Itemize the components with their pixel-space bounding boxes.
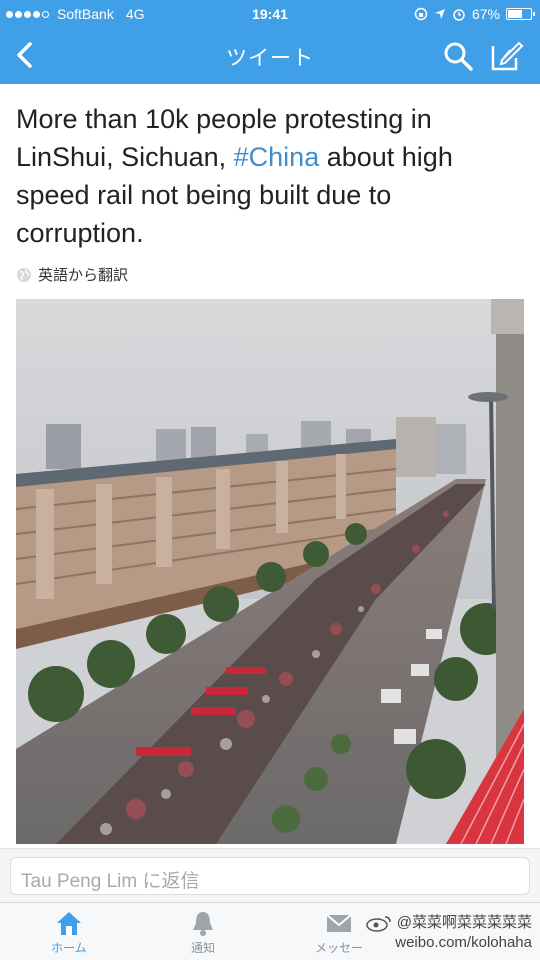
tweet-text: More than 10k people protesting in LinSh… <box>16 100 526 252</box>
weibo-watermark: @菜菜啊菜菜菜菜菜 weibo.com/kolohaha <box>365 913 532 953</box>
hashtag-link[interactable]: #China <box>234 142 320 172</box>
weibo-logo-icon <box>366 916 391 932</box>
search-icon[interactable] <box>442 40 474 72</box>
rotation-lock-icon <box>414 7 428 21</box>
tweet-photo[interactable] <box>16 299 524 844</box>
status-bar: SoftBank 4G 19:41 67% <box>0 0 540 28</box>
protest-photo-image <box>16 299 524 844</box>
reply-input[interactable]: Tau Peng Lim に返信 <box>10 857 530 895</box>
envelope-icon <box>326 914 352 932</box>
bell-icon <box>193 912 213 936</box>
compose-icon[interactable] <box>490 38 524 72</box>
navigation-bar: ツイート <box>0 28 540 84</box>
tab-home-label: ホーム <box>51 941 87 955</box>
translate-label: 英語から翻訳 <box>38 267 129 284</box>
reply-bar: Tau Peng Lim に返信 <box>0 848 540 902</box>
watermark-handle: @菜菜啊菜菜菜菜菜 <box>396 914 532 931</box>
battery-percent: 67% <box>471 6 500 22</box>
tab-notifications-label: 通知 <box>190 941 215 955</box>
alarm-icon <box>453 9 465 21</box>
translate-link[interactable]: 英語から翻訳 <box>16 264 128 285</box>
tab-messages-label: メッセー <box>314 941 363 955</box>
location-icon <box>434 9 445 19</box>
home-icon <box>57 912 81 935</box>
status-right: 67% <box>414 6 535 22</box>
tab-bar: ホーム 通知 メッセー @菜菜啊菜菜菜菜菜 weibo.com/kolohaha <box>0 902 540 960</box>
watermark-url: weibo.com/kolohaha <box>395 934 532 951</box>
globe-icon <box>17 267 31 282</box>
battery-icon <box>506 8 535 20</box>
tab-notifications[interactable]: 通知 <box>148 909 258 956</box>
header-bar: SoftBank 4G 19:41 67% ツイート <box>0 0 540 84</box>
tab-home[interactable]: ホーム <box>14 909 124 956</box>
